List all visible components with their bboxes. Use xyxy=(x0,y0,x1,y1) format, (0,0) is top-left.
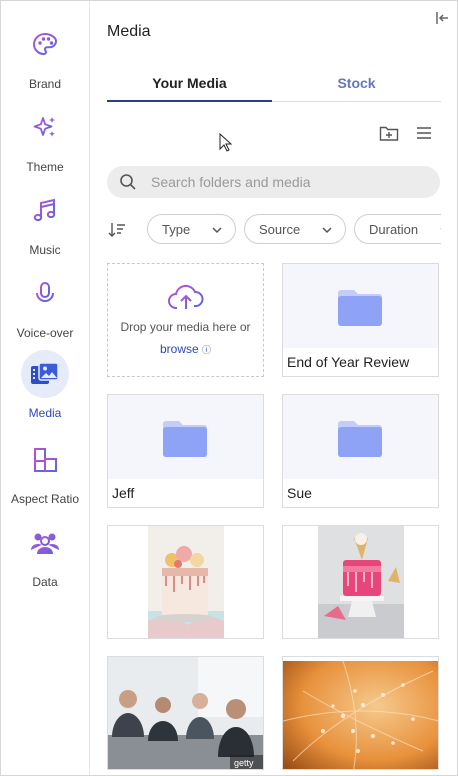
tab-your-media[interactable]: Your Media xyxy=(107,71,272,102)
info-icon: ⓘ xyxy=(202,345,212,355)
sidebar-item-data[interactable]: Data xyxy=(1,519,89,597)
media-panel: Media Your Media Stock Type xyxy=(90,1,457,775)
cloud-upload-icon xyxy=(168,284,204,317)
sidebar-item-label: Theme xyxy=(26,160,64,174)
media-icon xyxy=(21,350,69,398)
sidebar-item-label: Voice-over xyxy=(16,326,74,340)
upload-dropzone[interactable]: Drop your media here or browse ⓘ xyxy=(107,263,264,377)
sidebar-item-music[interactable]: Music xyxy=(1,187,89,265)
filter-label: Source xyxy=(259,222,301,237)
folder-name: End of Year Review xyxy=(287,354,410,370)
watermark-text: getty xyxy=(234,758,254,768)
sort-icon[interactable] xyxy=(107,220,127,240)
sidebar-item-label: Music xyxy=(29,243,61,257)
media-thumbnail-dew[interactable] xyxy=(282,656,439,770)
sidebar: Brand Theme Music Voice-over Media Aspec… xyxy=(1,1,90,775)
microphone-icon xyxy=(21,270,69,318)
search-bar[interactable] xyxy=(107,166,440,198)
sidebar-item-label: Data xyxy=(32,575,58,589)
upload-instructions: Drop your media here or xyxy=(120,320,251,334)
sidebar-item-label: Brand xyxy=(28,77,62,91)
collapse-panel-icon[interactable] xyxy=(433,9,451,27)
palette-icon xyxy=(21,21,69,69)
folder-tile[interactable]: Jeff xyxy=(107,394,264,508)
dew-web-image xyxy=(283,661,438,769)
media-thumbnail-cake-2[interactable] xyxy=(282,525,439,639)
folder-name: Jeff xyxy=(112,485,135,501)
mouse-cursor-icon xyxy=(219,133,233,152)
folder-icon xyxy=(336,418,384,463)
meeting-image: getty xyxy=(108,657,263,769)
tab-stock[interactable]: Stock xyxy=(274,71,439,101)
sidebar-item-media[interactable]: Media xyxy=(1,350,89,428)
filter-label: Duration xyxy=(369,222,419,237)
sidebar-item-aspect-ratio[interactable]: Aspect Ratio xyxy=(1,436,89,514)
cake-image xyxy=(148,526,224,638)
folder-icon xyxy=(161,418,209,463)
folder-tile[interactable]: Sue xyxy=(282,394,439,508)
sidebar-item-voice-over[interactable]: Voice-over xyxy=(1,270,89,348)
sidebar-item-label: Media xyxy=(28,406,62,420)
chevron-down-icon xyxy=(212,227,222,234)
chevron-down-icon xyxy=(440,228,441,230)
folder-tile[interactable]: End of Year Review xyxy=(282,263,439,377)
filter-label: Type xyxy=(162,222,191,237)
media-tabs: Your Media Stock xyxy=(107,71,441,102)
browse-link[interactable]: browse ⓘ xyxy=(108,342,263,356)
users-icon xyxy=(21,519,69,567)
sidebar-item-theme[interactable]: Theme xyxy=(1,104,89,182)
sidebar-item-brand[interactable]: Brand xyxy=(1,21,89,99)
duration-filter-dropdown[interactable]: Duration xyxy=(354,214,441,244)
page-title: Media xyxy=(107,23,151,40)
aspect-ratio-icon xyxy=(21,436,69,484)
folder-name: Sue xyxy=(287,485,312,501)
new-folder-icon[interactable] xyxy=(379,123,399,143)
source-filter-dropdown[interactable]: Source xyxy=(244,214,346,244)
cake-image xyxy=(318,526,404,638)
media-panel-window: Brand Theme Music Voice-over Media Aspec… xyxy=(0,0,458,776)
chevron-down-icon xyxy=(322,227,332,234)
sparkles-icon xyxy=(21,104,69,152)
type-filter-dropdown[interactable]: Type xyxy=(147,214,236,244)
search-input[interactable] xyxy=(151,166,421,198)
search-icon xyxy=(119,173,137,196)
menu-icon[interactable] xyxy=(414,123,434,143)
filter-bar: Type Source Duration xyxy=(107,214,441,246)
sidebar-item-label: Aspect Ratio xyxy=(10,492,80,506)
media-thumbnail-meeting[interactable]: getty xyxy=(107,656,264,770)
folder-icon xyxy=(336,287,384,332)
media-thumbnail-cake[interactable] xyxy=(107,525,264,639)
music-note-icon xyxy=(21,187,69,235)
